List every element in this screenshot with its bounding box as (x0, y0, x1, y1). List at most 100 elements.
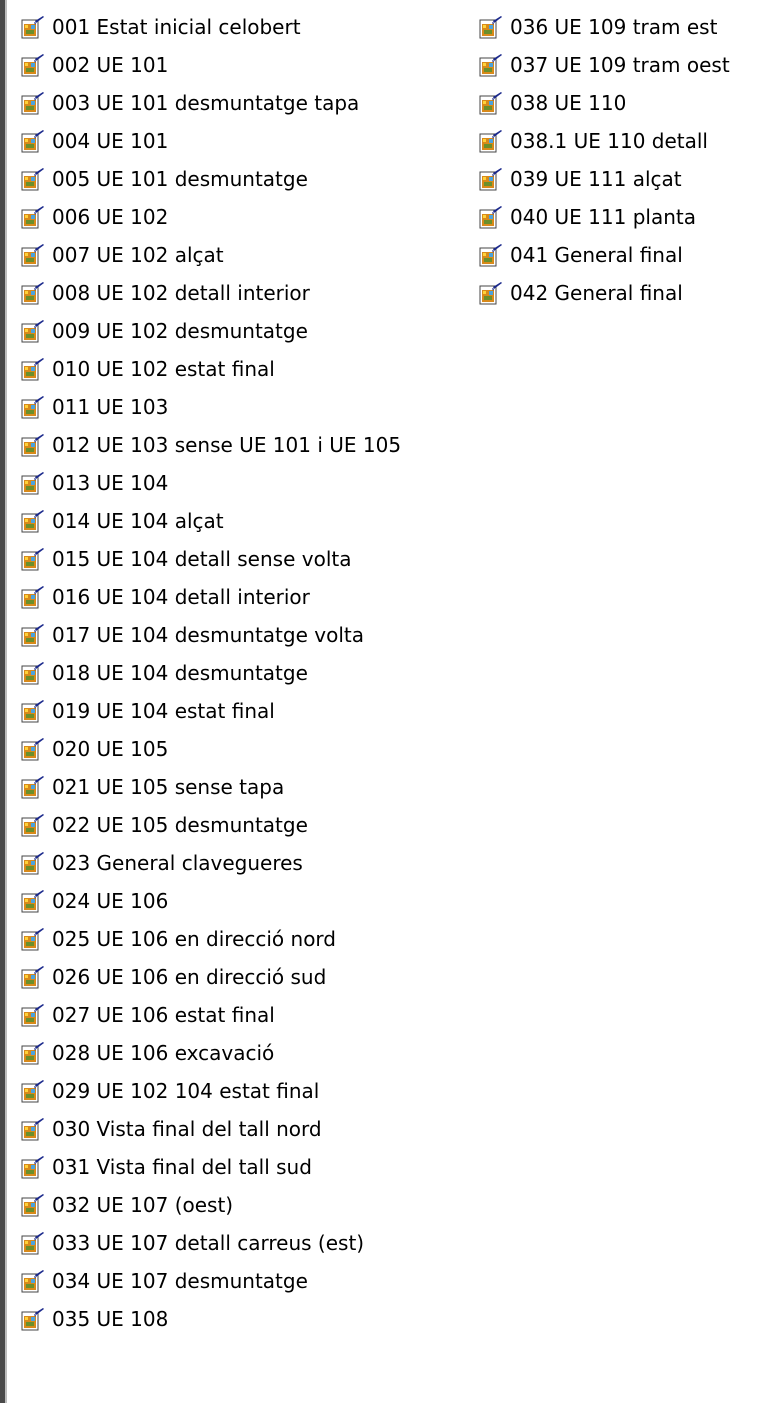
file-item[interactable]: 026 UE 106 en direcció sud (20, 958, 401, 996)
file-item[interactable]: 031 Vista final del tall sud (20, 1148, 401, 1186)
file-name: 037 UE 109 tram oest (510, 53, 730, 77)
file-name: 035 UE 108 (52, 1307, 169, 1331)
file-name: 036 UE 109 tram est (510, 15, 718, 39)
image-file-icon (21, 1232, 44, 1255)
file-item[interactable]: 039 UE 111 alçat (478, 160, 730, 198)
file-item[interactable]: 017 UE 104 desmuntatge volta (20, 616, 401, 654)
file-name: 012 UE 103 sense UE 101 i UE 105 (52, 433, 402, 457)
image-file-icon (479, 282, 502, 305)
file-item[interactable]: 004 UE 101 (20, 122, 401, 160)
file-item[interactable]: 029 UE 102 104 estat final (20, 1072, 401, 1110)
image-file-icon (21, 282, 44, 305)
file-name: 015 UE 104 detall sense volta (52, 547, 352, 571)
file-item[interactable]: 022 UE 105 desmuntatge (20, 806, 401, 844)
file-item[interactable]: 015 UE 104 detall sense volta (20, 540, 401, 578)
image-file-icon (21, 890, 44, 913)
file-name: 005 UE 101 desmuntatge (52, 167, 308, 191)
image-file-icon (21, 928, 44, 951)
image-file-icon (21, 54, 44, 77)
image-file-icon (21, 244, 44, 267)
image-file-icon (479, 244, 502, 267)
file-item[interactable]: 028 UE 106 excavació (20, 1034, 401, 1072)
file-item[interactable]: 002 UE 101 (20, 46, 401, 84)
image-file-icon (479, 130, 502, 153)
file-item[interactable]: 033 UE 107 detall carreus (est) (20, 1224, 401, 1262)
file-name: 020 UE 105 (52, 737, 169, 761)
file-name: 040 UE 111 planta (510, 205, 696, 229)
image-file-icon (21, 966, 44, 989)
image-file-icon (21, 1156, 44, 1179)
file-name: 023 General clavegueres (52, 851, 303, 875)
file-item[interactable]: 008 UE 102 detall interior (20, 274, 401, 312)
image-file-icon (21, 168, 44, 191)
image-file-icon (21, 852, 44, 875)
file-item[interactable]: 034 UE 107 desmuntatge (20, 1262, 401, 1300)
file-item[interactable]: 009 UE 102 desmuntatge (20, 312, 401, 350)
image-file-icon (21, 92, 44, 115)
file-name: 028 UE 106 excavació (52, 1041, 275, 1065)
file-item[interactable]: 003 UE 101 desmuntatge tapa (20, 84, 401, 122)
file-item[interactable]: 027 UE 106 estat final (20, 996, 401, 1034)
file-item[interactable]: 040 UE 111 planta (478, 198, 730, 236)
file-item[interactable]: 020 UE 105 (20, 730, 401, 768)
file-name: 029 UE 102 104 estat final (52, 1079, 320, 1103)
file-name: 039 UE 111 alçat (510, 167, 682, 191)
image-file-icon (21, 1308, 44, 1331)
file-name: 022 UE 105 desmuntatge (52, 813, 308, 837)
image-file-icon (21, 1080, 44, 1103)
file-item[interactable]: 018 UE 104 desmuntatge (20, 654, 401, 692)
file-name: 038.1 UE 110 detall (510, 129, 708, 153)
file-item[interactable]: 012 UE 103 sense UE 101 i UE 105 (20, 426, 401, 464)
file-item[interactable]: 035 UE 108 (20, 1300, 401, 1338)
file-item[interactable]: 036 UE 109 tram est (478, 8, 730, 46)
image-file-icon (21, 1194, 44, 1217)
image-file-icon (479, 92, 502, 115)
file-item[interactable]: 024 UE 106 (20, 882, 401, 920)
image-file-icon (21, 396, 44, 419)
file-name: 007 UE 102 alçat (52, 243, 224, 267)
file-item[interactable]: 038.1 UE 110 detall (478, 122, 730, 160)
file-item[interactable]: 025 UE 106 en direcció nord (20, 920, 401, 958)
file-column-1: 001 Estat inicial celobert 002 UE 101 00… (20, 8, 401, 1338)
file-item[interactable]: 007 UE 102 alçat (20, 236, 401, 274)
file-item[interactable]: 010 UE 102 estat final (20, 350, 401, 388)
file-item[interactable]: 042 General final (478, 274, 730, 312)
image-file-icon (21, 1118, 44, 1141)
file-name: 042 General final (510, 281, 683, 305)
file-item[interactable]: 038 UE 110 (478, 84, 730, 122)
file-item[interactable]: 006 UE 102 (20, 198, 401, 236)
file-item[interactable]: 014 UE 104 alçat (20, 502, 401, 540)
file-item[interactable]: 021 UE 105 sense tapa (20, 768, 401, 806)
file-name: 016 UE 104 detall interior (52, 585, 310, 609)
image-file-icon (479, 54, 502, 77)
image-file-icon (21, 586, 44, 609)
file-name: 010 UE 102 estat final (52, 357, 275, 381)
file-item[interactable]: 032 UE 107 (oest) (20, 1186, 401, 1224)
file-name: 019 UE 104 estat final (52, 699, 275, 723)
file-item[interactable]: 016 UE 104 detall interior (20, 578, 401, 616)
file-name: 030 Vista final del tall nord (52, 1117, 322, 1141)
file-item[interactable]: 013 UE 104 (20, 464, 401, 502)
file-item[interactable]: 023 General clavegueres (20, 844, 401, 882)
file-list-view: 001 Estat inicial celobert 002 UE 101 00… (0, 0, 782, 1403)
file-item[interactable]: 030 Vista final del tall nord (20, 1110, 401, 1148)
image-file-icon (21, 814, 44, 837)
file-name: 033 UE 107 detall carreus (est) (52, 1231, 365, 1255)
file-name: 008 UE 102 detall interior (52, 281, 310, 305)
file-item[interactable]: 011 UE 103 (20, 388, 401, 426)
file-item[interactable]: 037 UE 109 tram oest (478, 46, 730, 84)
image-file-icon (21, 1270, 44, 1293)
file-item[interactable]: 005 UE 101 desmuntatge (20, 160, 401, 198)
image-file-icon (21, 206, 44, 229)
file-item[interactable]: 041 General final (478, 236, 730, 274)
file-name: 027 UE 106 estat final (52, 1003, 275, 1027)
file-item[interactable]: 019 UE 104 estat final (20, 692, 401, 730)
file-name: 001 Estat inicial celobert (52, 15, 301, 39)
file-item[interactable]: 001 Estat inicial celobert (20, 8, 401, 46)
image-file-icon (479, 168, 502, 191)
file-column-2: 036 UE 109 tram est 037 UE 109 tram oest… (478, 8, 730, 312)
file-name: 017 UE 104 desmuntatge volta (52, 623, 364, 647)
image-file-icon (21, 358, 44, 381)
file-name: 032 UE 107 (oest) (52, 1193, 234, 1217)
image-file-icon (21, 1004, 44, 1027)
